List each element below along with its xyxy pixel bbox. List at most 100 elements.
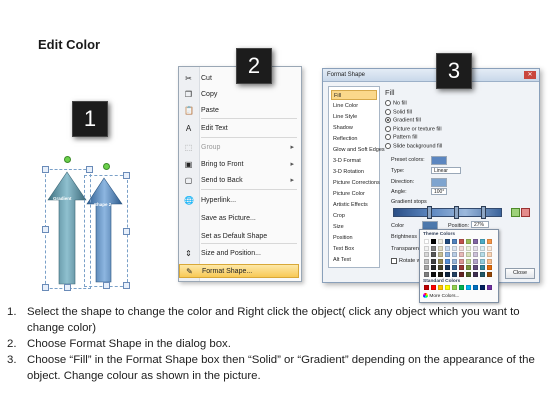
nav-item-alt-text[interactable]: Alt Text xyxy=(331,255,377,265)
nav-item-crop[interactable]: Crop xyxy=(331,211,377,221)
radio-button[interactable] xyxy=(385,100,391,106)
menu-item-set-as-default-shape[interactable]: Set as Default Shape xyxy=(179,230,299,244)
radio-button[interactable] xyxy=(385,125,391,132)
menu-item-size-and-position[interactable]: ⇕ Size and Position... xyxy=(179,247,299,261)
more-colors-link[interactable]: More Colors... xyxy=(423,293,459,299)
color-swatch[interactable] xyxy=(473,239,478,244)
nav-item-line-style[interactable]: Line Style xyxy=(331,112,377,122)
color-swatch[interactable] xyxy=(487,271,492,277)
color-swatch[interactable] xyxy=(487,265,492,270)
nav-item-line-color[interactable]: Line Color xyxy=(331,101,377,111)
color-swatch[interactable] xyxy=(459,252,464,257)
color-swatch[interactable] xyxy=(445,245,450,251)
color-swatch[interactable] xyxy=(466,258,471,264)
color-swatch[interactable] xyxy=(480,258,485,264)
radio-button[interactable] xyxy=(385,134,391,140)
color-swatch[interactable] xyxy=(487,252,492,257)
color-swatch[interactable] xyxy=(452,239,457,244)
resize-handle[interactable] xyxy=(64,284,71,291)
nav-item-picture-color[interactable]: Picture Color xyxy=(331,189,377,199)
menu-item-bring-to-front[interactable]: ▣ Bring to Front ▸ xyxy=(179,158,299,172)
color-swatch[interactable] xyxy=(438,271,443,277)
close-button[interactable]: Close xyxy=(505,268,535,279)
color-swatch[interactable] xyxy=(466,252,471,257)
color-swatch[interactable] xyxy=(424,285,429,290)
color-swatch[interactable] xyxy=(445,265,450,270)
menu-item-send-to-back[interactable]: ▢ Send to Back ▸ xyxy=(179,174,299,188)
rotate-checkbox[interactable] xyxy=(391,257,397,264)
fill-option-pattern-fill[interactable]: Pattern fill xyxy=(385,134,417,141)
color-swatch[interactable] xyxy=(438,245,443,251)
color-swatch[interactable] xyxy=(438,239,443,244)
color-swatch[interactable] xyxy=(445,252,450,257)
resize-handle[interactable] xyxy=(42,166,49,173)
fill-option-no-fill[interactable]: No fill xyxy=(385,100,407,107)
color-swatch[interactable] xyxy=(431,265,436,270)
color-swatch[interactable] xyxy=(452,258,457,264)
color-swatch[interactable] xyxy=(459,239,464,244)
gradient-stop-handle[interactable] xyxy=(481,206,486,219)
preset-colors-dropdown[interactable] xyxy=(431,156,447,165)
color-swatch[interactable] xyxy=(459,285,464,290)
color-swatch[interactable] xyxy=(431,271,436,277)
close-icon[interactable]: ✕ xyxy=(524,71,536,79)
add-stop-icon[interactable] xyxy=(511,208,520,217)
menu-item-paste[interactable]: 📋 Paste xyxy=(179,104,299,118)
gradient-stop-handle[interactable] xyxy=(454,206,459,219)
color-swatch[interactable] xyxy=(473,252,478,257)
color-swatch[interactable] xyxy=(431,239,436,244)
type-dropdown[interactable]: Linear xyxy=(431,167,461,174)
color-swatch[interactable] xyxy=(438,258,443,264)
nav-item-3-d-format[interactable]: 3-D Format xyxy=(331,156,377,166)
color-swatch[interactable] xyxy=(459,265,464,270)
color-swatch[interactable] xyxy=(424,252,429,257)
nav-item-position[interactable]: Position xyxy=(331,233,377,243)
resize-handle[interactable] xyxy=(86,166,93,173)
nav-item-picture-corrections[interactable]: Picture Corrections xyxy=(331,178,380,188)
color-swatch[interactable] xyxy=(452,265,457,270)
color-swatch[interactable] xyxy=(473,245,478,251)
color-swatch[interactable] xyxy=(487,285,492,290)
resize-handle[interactable] xyxy=(123,172,130,179)
color-swatch[interactable] xyxy=(452,285,457,290)
color-swatch[interactable] xyxy=(424,258,429,264)
color-swatch[interactable] xyxy=(480,265,485,270)
color-swatch[interactable] xyxy=(445,271,450,277)
color-swatch[interactable] xyxy=(452,245,457,251)
color-swatch[interactable] xyxy=(445,258,450,264)
nav-item-glow-and-soft-edges[interactable]: Glow and Soft Edges xyxy=(331,145,385,155)
color-swatch[interactable] xyxy=(438,265,443,270)
color-swatch[interactable] xyxy=(424,265,429,270)
color-swatch[interactable] xyxy=(438,252,443,257)
color-swatch[interactable] xyxy=(473,285,478,290)
color-swatch[interactable] xyxy=(480,252,485,257)
color-swatch[interactable] xyxy=(431,252,436,257)
color-swatch[interactable] xyxy=(459,245,464,251)
fill-option-gradient-fill[interactable]: Gradient fill xyxy=(385,117,421,124)
color-swatch[interactable] xyxy=(473,265,478,270)
color-swatch[interactable] xyxy=(466,239,471,244)
color-swatch[interactable] xyxy=(480,245,485,251)
menu-item-copy[interactable]: ❐ Copy xyxy=(179,88,299,102)
color-swatch[interactable] xyxy=(424,271,429,277)
color-swatch[interactable] xyxy=(459,271,464,277)
color-swatch[interactable] xyxy=(424,245,429,251)
menu-item-edit-text[interactable]: A Edit Text xyxy=(179,122,299,136)
color-swatch[interactable] xyxy=(431,258,436,264)
fill-option-picture-or-texture-fill[interactable]: Picture or texture fill xyxy=(385,125,442,133)
resize-handle[interactable] xyxy=(123,228,130,235)
color-swatch[interactable] xyxy=(487,258,492,264)
color-swatch[interactable] xyxy=(431,245,436,251)
color-swatch[interactable] xyxy=(459,258,464,264)
remove-stop-icon[interactable] xyxy=(521,208,530,217)
menu-item-save-as-picture[interactable]: Save as Picture... xyxy=(179,212,299,226)
resize-handle[interactable] xyxy=(123,282,130,289)
fill-option-slide-background-fill[interactable]: Slide background fill xyxy=(385,142,442,150)
fill-option-solid-fill[interactable]: Solid fill xyxy=(385,108,412,116)
color-swatch[interactable] xyxy=(480,285,485,290)
nav-item-size[interactable]: Size xyxy=(331,222,377,232)
radio-button[interactable] xyxy=(385,108,391,115)
menu-item-format-shape[interactable]: ✎ Format Shape... xyxy=(179,264,299,278)
gradient-stop-handle[interactable] xyxy=(427,206,432,219)
nav-item-reflection[interactable]: Reflection xyxy=(331,134,377,144)
